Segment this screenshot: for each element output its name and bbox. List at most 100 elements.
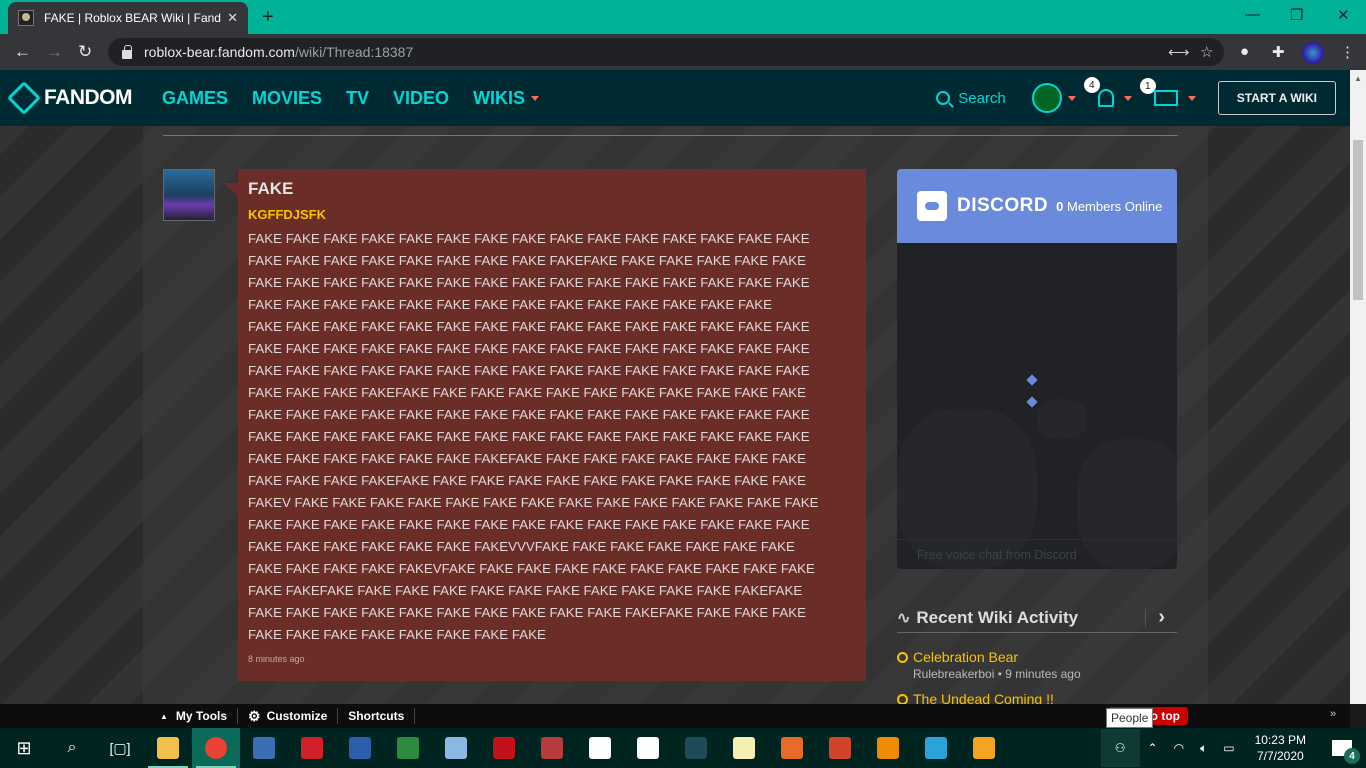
reload-button[interactable]: ↻ — [78, 42, 92, 62]
chrome-icon — [205, 737, 227, 759]
excel-icon — [397, 737, 419, 759]
start-button[interactable]: ⊞ — [0, 728, 48, 768]
word-icon — [349, 737, 371, 759]
recent-activity-header: ∿ Recent Wiki Activity › — [897, 603, 1177, 633]
collapse-toolbar-icon[interactable]: » — [1330, 708, 1336, 720]
nav-movies[interactable]: MOVIES — [252, 88, 322, 109]
my-tools-button[interactable]: ▲ My Tools — [150, 708, 239, 724]
extensions-puzzle-icon[interactable]: ✚ — [1272, 43, 1285, 61]
profile-avatar[interactable] — [1302, 42, 1324, 64]
file-explorer-icon — [157, 737, 179, 759]
wifi-icon[interactable]: ◠ — [1174, 741, 1184, 755]
user-avatar[interactable] — [1031, 83, 1062, 113]
forward-button[interactable]: → — [46, 42, 63, 62]
gear-icon: ⚙ — [248, 707, 261, 724]
taskbar-app-acrobat[interactable] — [480, 728, 528, 768]
post-body-line: FAKE FAKE FAKE FAKE FAKE FAKE FAKE FAKE … — [248, 407, 810, 422]
scroll-up-arrow-icon[interactable]: ▲ — [1354, 74, 1362, 83]
taskbar-app-access[interactable] — [528, 728, 576, 768]
taskbar-app-calculator[interactable] — [576, 728, 624, 768]
taskbar-app-powerpoint[interactable] — [816, 728, 864, 768]
author-avatar[interactable] — [163, 169, 215, 221]
browser-toolbar: ← → ↻ roblox-bear.fandom.com/wiki/Thread… — [0, 34, 1366, 70]
restore-button[interactable]: ❐ — [1290, 6, 1303, 24]
fandom-logo[interactable]: FANDOM — [7, 81, 133, 115]
nav-wikis[interactable]: WIKIS — [473, 88, 540, 109]
tab-close-icon[interactable]: ✕ — [227, 10, 238, 26]
action-center-icon[interactable]: 4 — [1332, 740, 1360, 764]
post-body-line: FAKE FAKE FAKE FAKE FAKE FAKE FAKE FAKE … — [248, 297, 772, 312]
volume-icon[interactable]: 🔈︎ — [1200, 741, 1207, 756]
chevron-down-icon[interactable] — [1123, 95, 1132, 101]
clock-date: 7/7/2020 — [1256, 749, 1304, 763]
taskbar-app-app-d[interactable] — [720, 728, 768, 768]
nav-video[interactable]: VIDEO — [393, 88, 449, 109]
access-icon — [541, 737, 563, 759]
search-button[interactable]: Search — [936, 90, 1006, 107]
activity-item[interactable]: The Undead Coming !! — [897, 691, 1177, 704]
discord-members-online: 0 Members Online — [1056, 199, 1162, 214]
chevron-down-icon[interactable] — [1067, 95, 1076, 101]
close-window-button[interactable]: ✕ — [1337, 6, 1350, 24]
envelope-icon — [1153, 90, 1178, 106]
people-tooltip: People — [1106, 708, 1154, 728]
nav-games[interactable]: GAMES — [162, 88, 228, 109]
search-button[interactable]: ⌕ — [48, 728, 96, 768]
extension-icon[interactable]: ● — [1240, 43, 1249, 60]
people-app-icon — [925, 737, 947, 759]
start-a-wiki-button[interactable]: START A WIKI — [1217, 81, 1336, 115]
post-body-line: FAKE FAKE FAKE FAKEFAKE FAKE FAKE FAKE F… — [248, 385, 806, 400]
taskbar-app-people-app[interactable] — [912, 728, 960, 768]
discord-header[interactable]: DISCORD 0 Members Online — [897, 169, 1177, 243]
pinned-apps — [144, 728, 1008, 768]
taskbar-app-word[interactable] — [336, 728, 384, 768]
clock[interactable]: 10:23 PM 7/7/2020 — [1255, 732, 1306, 764]
post-body-line: FAKE FAKE FAKE FAKE FAKE FAKE FAKE FAKE … — [248, 341, 810, 356]
notifications-badge: 4 — [1083, 77, 1100, 93]
browser-tab[interactable]: FAKE | Roblox BEAR Wiki | Fandom ✕ — [8, 2, 248, 34]
customize-button[interactable]: ⚙ Customize — [238, 707, 339, 724]
taskbar-app-paint[interactable] — [432, 728, 480, 768]
chevron-down-icon[interactable] — [1187, 95, 1196, 101]
notifications-button[interactable]: 4 — [1083, 77, 1114, 107]
taskbar-app-app-eye[interactable] — [672, 728, 720, 768]
taskbar-app-chrome[interactable] — [192, 728, 240, 768]
bookmark-star-icon[interactable]: ☆ — [1200, 43, 1213, 61]
notification-count: 4 — [1344, 748, 1360, 764]
activity-item[interactable]: Celebration Bear Rulebreakerboi • 9 minu… — [897, 649, 1177, 681]
battery-icon[interactable]: ▭ — [1223, 741, 1234, 755]
people-icon[interactable]: ⚇ — [1100, 729, 1140, 767]
taskbar-app-file-explorer[interactable] — [144, 728, 192, 768]
show-hidden-icons-icon[interactable]: ⌃ — [1148, 741, 1158, 755]
taskbar-app-rsa[interactable] — [288, 728, 336, 768]
activity-title[interactable]: Celebration Bear — [913, 649, 1018, 665]
translate-icon[interactable]: ⟷ — [1168, 43, 1190, 61]
shortcuts-button[interactable]: Shortcuts — [338, 708, 416, 724]
discord-footer[interactable]: Free voice chat from Discord — [897, 539, 1177, 569]
messages-button[interactable]: 1 — [1139, 78, 1178, 106]
activity-title[interactable]: The Undead Coming !! — [913, 691, 1054, 704]
activity-pulse-icon: ∿ — [897, 609, 911, 627]
page-scrollbar[interactable]: ▲ — [1350, 70, 1366, 704]
taskbar-app-excel[interactable] — [384, 728, 432, 768]
post-author-link[interactable]: KGFFDJSFK — [248, 207, 856, 222]
clock-time: 10:23 PM — [1254, 733, 1306, 747]
post-timestamp: 8 minutes ago — [248, 654, 305, 664]
post-body-line: FAKE FAKE FAKE FAKE FAKE FAKE FAKE FAKE — [248, 627, 546, 642]
minimize-button[interactable]: — — [1245, 6, 1260, 23]
taskbar-app-remote-desktop[interactable] — [240, 728, 288, 768]
taskbar-app-vlc[interactable] — [864, 728, 912, 768]
task-view-button[interactable]: [▢] — [96, 728, 144, 768]
chevron-right-icon[interactable]: › — [1158, 606, 1165, 629]
taskbar-app-app-orange[interactable] — [960, 728, 1008, 768]
divider — [1145, 608, 1147, 627]
scrollbar-thumb[interactable] — [1353, 140, 1363, 300]
new-tab-button[interactable]: + — [262, 6, 274, 29]
tab-title: FAKE | Roblox BEAR Wiki | Fandom — [44, 11, 222, 25]
taskbar-app-camera[interactable] — [624, 728, 672, 768]
back-button[interactable]: ← — [14, 42, 31, 62]
nav-tv[interactable]: TV — [346, 88, 369, 109]
browser-menu-icon[interactable]: ⋮ — [1340, 43, 1355, 61]
taskbar-app-media-player-classic[interactable] — [768, 728, 816, 768]
address-bar[interactable]: roblox-bear.fandom.com/wiki/Thread:18387 — [108, 38, 1224, 66]
